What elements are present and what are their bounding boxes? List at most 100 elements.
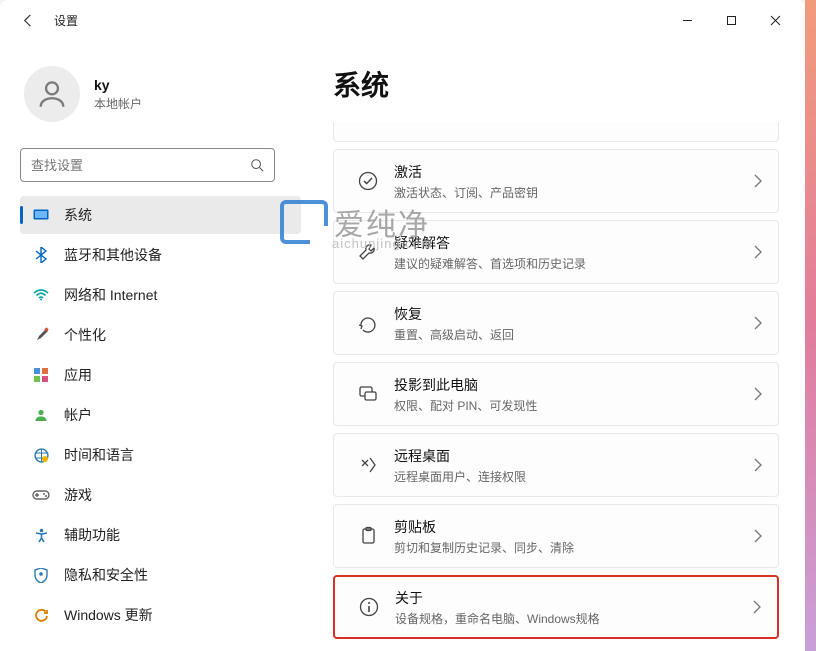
search-input[interactable] bbox=[31, 158, 250, 173]
clipboard-icon bbox=[348, 525, 388, 547]
card-text: 激活 激活状态、订阅、产品密钥 bbox=[388, 162, 754, 201]
nav-label: 时间和语言 bbox=[64, 445, 134, 465]
update-icon bbox=[32, 608, 50, 623]
check-circle-icon bbox=[348, 170, 388, 192]
card-text: 疑难解答 建议的疑难解答、首选项和历史记录 bbox=[388, 233, 754, 272]
card-text: 投影到此电脑 权限、配对 PIN、可发现性 bbox=[388, 375, 754, 414]
nav-item-personalization[interactable]: 个性化 bbox=[20, 316, 301, 354]
wifi-icon bbox=[32, 289, 50, 301]
card-desc: 重置、高级启动、返回 bbox=[394, 326, 754, 343]
bluetooth-icon bbox=[32, 247, 50, 263]
card-title: 远程桌面 bbox=[394, 446, 754, 466]
page-heading: 系统 bbox=[333, 64, 779, 104]
settings-card-recovery[interactable]: 恢复 重置、高级启动、返回 bbox=[333, 291, 779, 355]
card-title: 关于 bbox=[395, 588, 753, 608]
profile-text: ky 本地帐户 bbox=[94, 77, 142, 112]
card-text: 恢复 重置、高级启动、返回 bbox=[388, 304, 754, 343]
chevron-right-icon bbox=[753, 600, 761, 614]
shield-icon bbox=[32, 568, 50, 583]
nav-label: 辅助功能 bbox=[64, 525, 120, 545]
nav-label: Windows 更新 bbox=[64, 605, 153, 625]
settings-card-remote[interactable]: 远程桌面 远程桌面用户、连接权限 bbox=[333, 433, 779, 497]
brush-icon bbox=[32, 327, 50, 343]
card-desc: 权限、配对 PIN、可发现性 bbox=[394, 397, 754, 414]
window-title: 设置 bbox=[54, 12, 78, 29]
card-desc: 设备规格，重命名电脑、Windows规格 bbox=[395, 610, 753, 627]
card-desc: 远程桌面用户、连接权限 bbox=[394, 468, 754, 485]
project-icon bbox=[348, 383, 388, 405]
card-title: 恢复 bbox=[394, 304, 754, 324]
nav-label: 网络和 Internet bbox=[64, 285, 157, 305]
recovery-icon bbox=[348, 312, 388, 334]
window-body: ky 本地帐户 系统 蓝牙和其他设备 bbox=[0, 40, 805, 651]
card-text: 远程桌面 远程桌面用户、连接权限 bbox=[388, 446, 754, 485]
card-desc: 激活状态、订阅、产品密钥 bbox=[394, 184, 754, 201]
globe-clock-icon bbox=[32, 448, 50, 463]
window-controls bbox=[665, 5, 797, 35]
maximize-button[interactable] bbox=[709, 5, 753, 35]
chevron-right-icon bbox=[754, 529, 762, 543]
nav-item-accessibility[interactable]: 辅助功能 bbox=[20, 516, 301, 554]
remote-desktop-icon bbox=[348, 454, 388, 476]
nav-item-system[interactable]: 系统 bbox=[20, 196, 301, 234]
profile-name: ky bbox=[94, 77, 142, 93]
person-icon bbox=[35, 77, 69, 111]
settings-card-project[interactable]: 投影到此电脑 权限、配对 PIN、可发现性 bbox=[333, 362, 779, 426]
card-title: 激活 bbox=[394, 162, 754, 182]
settings-card-clipboard[interactable]: 剪贴板 剪切和复制历史记录、同步、清除 bbox=[333, 504, 779, 568]
nav-label: 游戏 bbox=[64, 485, 92, 505]
search-box[interactable] bbox=[20, 148, 275, 182]
card-text: 关于 设备规格，重命名电脑、Windows规格 bbox=[389, 588, 753, 627]
display-icon bbox=[32, 209, 50, 221]
nav-item-privacy[interactable]: 隐私和安全性 bbox=[20, 556, 301, 594]
gamepad-icon bbox=[32, 489, 50, 501]
nav-item-gaming[interactable]: 游戏 bbox=[20, 476, 301, 514]
nav-label: 隐私和安全性 bbox=[64, 565, 148, 585]
nav-item-update[interactable]: Windows 更新 bbox=[20, 596, 301, 634]
card-text: 剪贴板 剪切和复制历史记录、同步、清除 bbox=[388, 517, 754, 556]
settings-card-activation[interactable]: 激活 激活状态、订阅、产品密钥 bbox=[333, 149, 779, 213]
card-desc: 剪切和复制历史记录、同步、清除 bbox=[394, 539, 754, 556]
chevron-right-icon bbox=[754, 387, 762, 401]
nav-label: 个性化 bbox=[64, 325, 106, 345]
settings-card-list: 激活 激活状态、订阅、产品密钥 疑难解答 建议的疑难解答、首选项和历史记录 bbox=[333, 122, 779, 642]
main-content: 系统 激活 激活状态、订阅、产品密钥 疑难解答 建议的疑难解答、首选项和历史记录 bbox=[305, 40, 805, 651]
settings-card-partial[interactable] bbox=[333, 122, 779, 142]
sidebar: ky 本地帐户 系统 蓝牙和其他设备 bbox=[0, 40, 305, 651]
arrow-left-icon bbox=[21, 13, 36, 28]
nav-label: 应用 bbox=[64, 365, 92, 385]
minimize-button[interactable] bbox=[665, 5, 709, 35]
card-desc: 建议的疑难解答、首选项和历史记录 bbox=[394, 255, 754, 272]
card-title: 疑难解答 bbox=[394, 233, 754, 253]
settings-window: 设置 ky 本地帐户 bbox=[0, 0, 805, 651]
nav-list: 系统 蓝牙和其他设备 网络和 Internet 个性化 应用 bbox=[20, 196, 301, 634]
chevron-right-icon bbox=[754, 174, 762, 188]
profile-subtitle: 本地帐户 bbox=[94, 95, 142, 112]
close-button[interactable] bbox=[753, 5, 797, 35]
avatar bbox=[24, 66, 80, 122]
info-icon bbox=[349, 596, 389, 618]
titlebar: 设置 bbox=[0, 0, 805, 40]
nav-label: 蓝牙和其他设备 bbox=[64, 245, 162, 265]
maximize-icon bbox=[726, 15, 737, 26]
nav-label: 帐户 bbox=[64, 405, 92, 425]
chevron-right-icon bbox=[754, 245, 762, 259]
nav-item-accounts[interactable]: 帐户 bbox=[20, 396, 301, 434]
close-icon bbox=[770, 15, 781, 26]
settings-card-about[interactable]: 关于 设备规格，重命名电脑、Windows规格 bbox=[333, 575, 779, 639]
nav-item-network[interactable]: 网络和 Internet bbox=[20, 276, 301, 314]
chevron-right-icon bbox=[754, 458, 762, 472]
card-title: 剪贴板 bbox=[394, 517, 754, 537]
minimize-icon bbox=[682, 15, 693, 26]
accessibility-icon bbox=[32, 528, 50, 543]
nav-item-apps[interactable]: 应用 bbox=[20, 356, 301, 394]
settings-card-troubleshoot[interactable]: 疑难解答 建议的疑难解答、首选项和历史记录 bbox=[333, 220, 779, 284]
desktop-edge bbox=[805, 0, 816, 651]
card-title: 投影到此电脑 bbox=[394, 375, 754, 395]
nav-item-time[interactable]: 时间和语言 bbox=[20, 436, 301, 474]
nav-item-bluetooth[interactable]: 蓝牙和其他设备 bbox=[20, 236, 301, 274]
search-icon bbox=[250, 158, 264, 172]
back-button[interactable] bbox=[8, 0, 48, 40]
chevron-right-icon bbox=[754, 316, 762, 330]
profile[interactable]: ky 本地帐户 bbox=[20, 48, 301, 142]
